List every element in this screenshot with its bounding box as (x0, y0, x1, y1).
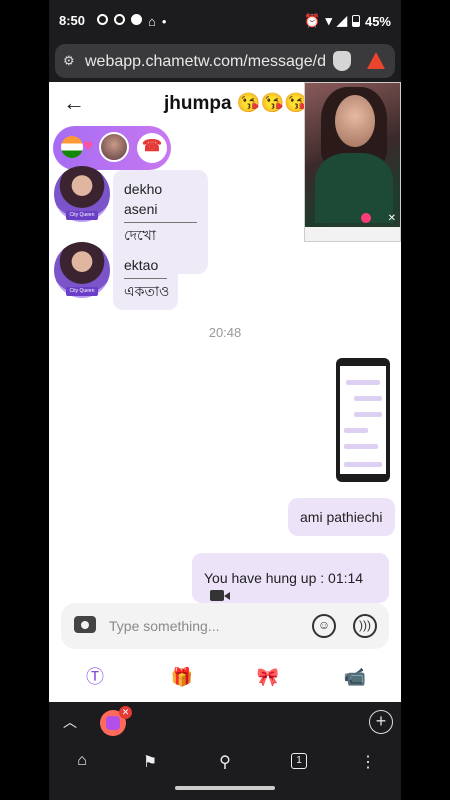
signal-icon: ◢ (336, 13, 347, 28)
message-outgoing: ami pathiechi (288, 498, 395, 536)
caller-avatar (99, 132, 129, 162)
new-tab-button[interactable]: + (369, 710, 393, 734)
browser-url-bar: ⚙ webapp.chametw.com/message/de (49, 40, 401, 82)
chevron-up-icon[interactable]: ︿ (63, 712, 77, 732)
dot-icon: • (161, 14, 167, 29)
tab-count[interactable]: 1 (291, 753, 307, 769)
message-text: dekho aseni (124, 181, 163, 217)
avatar[interactable]: City Queen (54, 166, 110, 222)
app-frame: 8:50 ⌂ • ⏰ ▾ ◢ 45% ⚙ webapp.chametw.com/… (49, 0, 401, 800)
call-ended-text: You have hung up : 01:14 (204, 570, 364, 586)
screenshot-thumbnail (340, 366, 386, 474)
message-translation: একতাও (124, 283, 170, 299)
voice-icon[interactable]: ))) (353, 614, 377, 638)
thumb-line (344, 444, 378, 449)
browser-tab-strip: ︿ ✕ + (49, 702, 401, 742)
gesture-bar (175, 786, 275, 790)
message-outgoing: You have hung up : 01:14 (192, 553, 389, 603)
avatar-badge: City Queen (66, 211, 98, 220)
status-right: ⏰ ▾ ◢ 45% (304, 13, 391, 29)
url-text[interactable]: webapp.chametw.com/message/de (85, 53, 325, 71)
camera-icon[interactable] (74, 616, 96, 633)
thumb-line (346, 380, 380, 385)
thumb-line (354, 412, 382, 417)
video-face (335, 95, 375, 147)
video-nav-bar (305, 227, 400, 241)
status-time: 8:50 (59, 13, 86, 28)
hangup-button[interactable]: ☎ (137, 133, 167, 163)
alarm-icon: ⏰ (304, 13, 321, 28)
message-composer: Type something... ☺ ))) (61, 603, 389, 649)
chamet-app-icon (106, 716, 120, 730)
notification-icon (97, 14, 108, 25)
message-input[interactable]: Type something... (109, 618, 220, 634)
message-text: ami pathiechi (300, 509, 383, 525)
back-arrow-icon[interactable]: ← (63, 90, 85, 116)
site-settings-icon[interactable]: ⚙ (63, 53, 79, 69)
status-bar: 8:50 ⌂ • ⏰ ▾ ◢ 45% (49, 0, 401, 40)
video-call-icon[interactable]: 📹 (342, 664, 368, 690)
bookmark-icon[interactable]: ⚑ (138, 752, 162, 772)
video-call-icon[interactable] (210, 589, 230, 601)
thumb-line (354, 396, 382, 401)
message-text: ektao (124, 257, 159, 273)
gift-box-icon[interactable]: 🎁 (169, 664, 195, 690)
search-icon[interactable]: ⚲ (213, 752, 237, 772)
notification-icons: ⌂ • (97, 14, 166, 29)
address-field[interactable]: ⚙ webapp.chametw.com/message/de (55, 44, 395, 78)
wifi-icon: ▾ (325, 13, 332, 28)
home-notification-icon: ⌂ (148, 14, 156, 29)
chat-title: jhumpa 😘😘😘 (164, 93, 308, 114)
translate-icon[interactable]: Ⓣ (82, 664, 108, 690)
india-flag-icon (61, 136, 83, 158)
brave-shield-icon[interactable] (333, 51, 351, 71)
whatsapp-icon (114, 14, 125, 25)
message-divider (124, 222, 197, 223)
battery-icon (351, 15, 360, 27)
brave-rewards-icon[interactable] (367, 52, 385, 69)
gift-icon[interactable]: 🎀 (255, 664, 281, 690)
heart-icon: ♥ (83, 136, 94, 155)
avatar[interactable]: City Queen (54, 242, 110, 298)
record-icon[interactable] (361, 213, 371, 223)
thumb-line (344, 428, 368, 433)
video-body (315, 153, 393, 223)
home-icon[interactable]: ⌂ (70, 752, 94, 770)
call-widget[interactable]: ♥ ☎ (53, 126, 171, 170)
close-tab-icon[interactable]: ✕ (119, 706, 132, 719)
video-call-preview[interactable]: ✕ (304, 82, 401, 242)
action-row: Ⓣ 🎁 🎀 📹 (49, 660, 401, 694)
image-message[interactable] (336, 358, 390, 482)
message-incoming: ektao একতাও (113, 246, 178, 310)
message-divider (124, 278, 167, 279)
emoji-icon[interactable]: ☺ (312, 614, 336, 638)
close-icon[interactable]: ✕ (388, 213, 396, 224)
browser-nav-bar: ⌂ ⚑ ⚲ 1 ⋮ (49, 742, 401, 800)
avatar-badge: City Queen (66, 287, 98, 296)
notification-icon (131, 14, 142, 25)
thumb-line (344, 462, 382, 467)
battery-percent: 45% (364, 13, 391, 29)
more-icon[interactable]: ⋮ (356, 752, 380, 772)
message-timestamp: 20:48 (208, 325, 242, 340)
